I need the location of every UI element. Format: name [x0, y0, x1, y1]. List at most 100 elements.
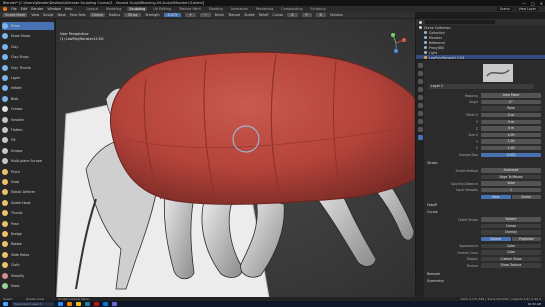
- blender-logo-icon[interactable]: [3, 7, 7, 11]
- spacing-distance-toggle-option[interactable]: Scene: [511, 194, 541, 200]
- header-stroke-popover[interactable]: Stroke: [244, 13, 255, 17]
- close-button[interactable]: ✕: [540, 1, 543, 6]
- view-layer-tab-icon[interactable]: [417, 87, 423, 92]
- property-value-field[interactable]: 1.00: [481, 146, 541, 151]
- property-value-field[interactable]: Cursor: [481, 223, 541, 229]
- tool-pose[interactable]: Pose: [2, 220, 54, 228]
- render-tab-icon[interactable]: [417, 71, 423, 76]
- menu-file[interactable]: File: [11, 7, 17, 11]
- workspace-tab-sculpting[interactable]: Sculpting: [127, 7, 148, 11]
- tool-flatten[interactable]: Flatten: [2, 126, 54, 134]
- menu-edit[interactable]: Edit: [21, 7, 28, 11]
- panel-header-symmetry[interactable]: Symmetry: [427, 279, 543, 284]
- workspace-tab-shading[interactable]: Shading: [207, 7, 225, 11]
- outliner-filter-icon[interactable]: [419, 20, 422, 24]
- tool-clay-strips[interactable]: Clay Strips: [2, 53, 54, 61]
- property-value-field[interactable]: Show Texture: [481, 263, 541, 268]
- taskbar-app-icon[interactable]: [85, 302, 90, 306]
- tool-thumb[interactable]: Thumb: [2, 209, 54, 217]
- workspace-tab-texture-paint[interactable]: Texture Paint: [177, 7, 203, 11]
- brush-texture-selector[interactable]: Layer 2: [429, 84, 534, 89]
- tool-grab[interactable]: Grab: [2, 178, 54, 186]
- falloff-shape-toggle-option[interactable]: Projected: [511, 237, 541, 242]
- tool-clay[interactable]: Clay: [2, 43, 54, 51]
- tool-clay-thumb[interactable]: Clay Thumb: [2, 64, 54, 72]
- outliner-search-input[interactable]: [425, 20, 495, 24]
- tool-simplify[interactable]: Simplify: [2, 272, 54, 280]
- panel-header-stroke[interactable]: Stroke: [427, 161, 543, 166]
- menu-window[interactable]: Window: [47, 7, 60, 11]
- menu-render[interactable]: Render: [31, 7, 43, 11]
- header-falloff-popover[interactable]: Falloff: [259, 13, 269, 17]
- panel-header-falloff[interactable]: Falloff: [427, 203, 543, 208]
- workspace-tab-animation[interactable]: Animation: [229, 7, 250, 11]
- direction-subtract-button[interactable]: −: [199, 13, 211, 17]
- panel-header-remesh[interactable]: Remesh: [427, 272, 543, 277]
- start-button-icon[interactable]: [3, 302, 8, 306]
- property-value-field[interactable]: Edge To Mouse: [481, 174, 541, 180]
- property-value-field[interactable]: Anchored: [481, 168, 541, 173]
- panel-header-cursor[interactable]: Cursor: [427, 210, 543, 215]
- property-value-field[interactable]: Color: [481, 243, 541, 249]
- property-value-field[interactable]: Color: [481, 250, 541, 255]
- tool-multi-plane-scrape[interactable]: Multi-plane Scrape: [2, 157, 54, 165]
- spacing-distance-toggle-option[interactable]: View: [481, 194, 511, 200]
- tool-draw-sharp[interactable]: Draw Sharp: [2, 32, 54, 40]
- workspace-tab-scripting[interactable]: Scripting: [309, 7, 328, 11]
- tool-crease[interactable]: Crease: [2, 105, 54, 113]
- taskbar-app-icon[interactable]: [58, 302, 63, 306]
- tool-inflate[interactable]: Inflate: [2, 84, 54, 92]
- scene-tab-icon[interactable]: [417, 95, 423, 100]
- symmetry-y-toggle[interactable]: Y: [301, 13, 312, 17]
- property-value-field[interactable]: Overlay: [481, 230, 541, 235]
- property-value-field[interactable]: 0°: [481, 99, 541, 105]
- tool-settings-tab-icon[interactable]: [417, 63, 423, 68]
- taskbar-app-icon[interactable]: [76, 302, 81, 306]
- mode-selector[interactable]: Sculpt Mode: [3, 13, 28, 17]
- texture-tab-icon[interactable]: [417, 135, 423, 140]
- property-value-field[interactable]: Area Plane: [481, 93, 541, 98]
- property-value-field[interactable]: 1: [481, 188, 541, 193]
- property-value-field[interactable]: Sphere: [481, 217, 541, 222]
- world-tab-icon[interactable]: [417, 103, 423, 108]
- property-value-field[interactable]: 1.00: [481, 132, 541, 138]
- tool-snake-hook[interactable]: Snake Hook: [2, 199, 54, 207]
- direction-add-button[interactable]: +: [185, 13, 196, 17]
- workspace-tab-layout[interactable]: Layout: [84, 7, 100, 11]
- header-brush-popover[interactable]: Brush: [215, 13, 225, 17]
- brush-selector[interactable]: Crease: [89, 13, 105, 17]
- property-value-field[interactable]: View: [481, 181, 541, 186]
- object-tab-icon[interactable]: [417, 111, 423, 116]
- symmetry-x-toggle[interactable]: X: [287, 13, 298, 17]
- scene-selector[interactable]: Scene: [496, 7, 513, 11]
- maximize-button[interactable]: □: [531, 1, 535, 6]
- tool-draw[interactable]: Draw: [2, 22, 54, 30]
- tool-mask[interactable]: Mask: [2, 282, 54, 290]
- workspace-tab-rendering[interactable]: Rendering: [254, 7, 275, 11]
- brush-texture-preview[interactable]: [483, 64, 513, 82]
- symmetry-z-toggle[interactable]: Z: [315, 13, 326, 17]
- header-menu-mask[interactable]: Mask: [57, 13, 66, 17]
- tool-fill[interactable]: Fill: [2, 136, 54, 144]
- property-value-field[interactable]: Rake: [481, 106, 541, 111]
- workspace-tab-modeling[interactable]: Modeling: [104, 7, 123, 11]
- workspace-tab-uv-editing[interactable]: UV Editing: [151, 7, 173, 11]
- header-menu-face-sets[interactable]: Face Sets: [70, 13, 86, 17]
- strength-field[interactable]: 0.473: [163, 13, 182, 17]
- modifier-tab-icon[interactable]: [417, 119, 423, 124]
- data-tab-icon[interactable]: [417, 127, 423, 132]
- taskbar-app-icon[interactable]: [67, 302, 72, 306]
- tool-layer[interactable]: Layer: [2, 74, 54, 82]
- header-menu-view[interactable]: View: [31, 13, 39, 17]
- 3d-viewport[interactable]: User Perspective (1) LowPolyMonster13-M1: [56, 19, 415, 297]
- tool-blob[interactable]: Blob: [2, 95, 54, 103]
- property-value-field[interactable]: Custom Show: [481, 256, 541, 262]
- header-texture-popover[interactable]: Texture: [228, 13, 240, 17]
- tool-pinch[interactable]: Pinch: [2, 168, 54, 176]
- tool-slide-relax[interactable]: Slide Relax: [2, 251, 54, 259]
- header-menu-sculpt[interactable]: Sculpt: [43, 13, 53, 17]
- header-options-popover[interactable]: Options: [330, 13, 343, 17]
- taskbar-app-icon[interactable]: [94, 302, 99, 306]
- tool-elastic-deform[interactable]: Elastic Deform: [2, 188, 54, 196]
- tool-rotate[interactable]: Rotate: [2, 240, 54, 248]
